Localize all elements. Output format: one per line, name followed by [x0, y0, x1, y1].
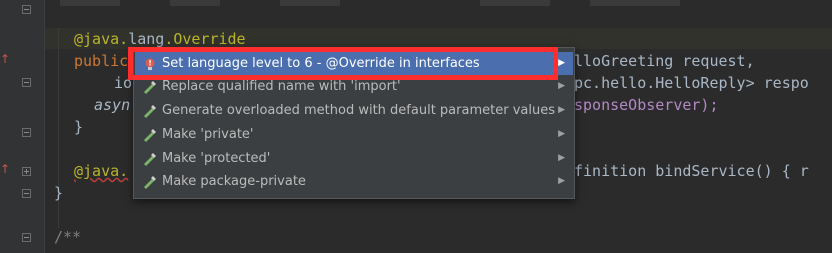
fold-icon[interactable] [22, 5, 31, 14]
code-token: asyn [94, 96, 131, 114]
fold-icon[interactable] [22, 128, 31, 137]
annotation-token: @java. [74, 30, 129, 48]
annotation-token: lang [128, 30, 165, 48]
fold-icon[interactable] [22, 233, 31, 242]
code-line-close-brace[interactable]: } [74, 116, 83, 138]
fold-icon[interactable] [22, 189, 31, 198]
code-token: } [74, 118, 84, 136]
scrolled-line-fragment [60, 0, 820, 6]
code-token: finition bindService() { r [574, 162, 809, 180]
submenu-arrow-icon: ▶ [558, 129, 565, 139]
submenu-arrow-icon: ▶ [558, 58, 565, 68]
code-fragment-bind-service[interactable]: finition bindService() { r [574, 160, 809, 182]
code-fragment-observer[interactable]: sponseObserver); [574, 94, 719, 116]
code-line-doc-comment[interactable]: /** [54, 226, 81, 248]
code-editor[interactable]: ↑ ↑ @java.lang.Override public io asyn }… [0, 0, 832, 253]
fold-icon[interactable] [22, 78, 31, 87]
intention-icon [144, 105, 156, 118]
submenu-arrow-icon: ▶ [558, 105, 565, 115]
code-line-class-close[interactable]: } [54, 182, 63, 204]
code-line-param[interactable]: io [114, 72, 132, 94]
menu-item-label: Generate overloaded method with default … [162, 103, 555, 118]
submenu-arrow-icon: ▶ [558, 81, 565, 91]
menu-item-make-package-private[interactable]: Make package-private ▶ [135, 170, 573, 193]
code-token: lloGreeting request, [574, 52, 755, 70]
expand-fold-icon[interactable] [22, 167, 31, 176]
intention-actions-popup[interactable]: Set language level to 6 - @Override in i… [133, 47, 575, 199]
submenu-arrow-icon: ▶ [558, 176, 565, 186]
intention-icon [144, 176, 156, 189]
menu-item-label: Make package-private [162, 174, 306, 189]
menu-item-label: Replace qualified name with 'import' [162, 79, 401, 94]
code-line-method-signature[interactable]: public [74, 50, 128, 72]
menu-item-label: Set language level to 6 - @Override in i… [162, 56, 480, 71]
menu-item-replace-qualified-name[interactable]: Replace qualified name with 'import' ▶ [135, 75, 573, 98]
menu-item-generate-overloaded-method[interactable]: Generate overloaded method with default … [135, 99, 573, 122]
menu-item-label: Make 'private' [162, 127, 254, 142]
menu-item-set-language-level[interactable]: Set language level to 6 - @Override in i… [135, 52, 573, 75]
code-line-override-2[interactable]: @java. [74, 160, 128, 182]
annotation-token: .Override [164, 30, 246, 48]
bulb-error-icon [145, 58, 155, 70]
menu-item-make-protected[interactable]: Make 'protected' ▶ [135, 147, 573, 170]
intention-icon [144, 81, 156, 94]
submenu-arrow-icon: ▶ [558, 153, 565, 163]
intention-icon [144, 153, 156, 166]
keyword-token: public [74, 52, 129, 70]
menu-item-make-private[interactable]: Make 'private' ▶ [135, 123, 573, 146]
code-fragment-reply-type[interactable]: pc.hello.HelloReply> respo [574, 72, 809, 94]
code-token: sponseObserver); [574, 96, 719, 114]
code-token: io [114, 74, 133, 92]
annotation-token: @java. [74, 162, 129, 180]
comment-token: /** [54, 228, 82, 246]
editor-gutter[interactable]: ↑ ↑ [0, 0, 45, 253]
code-line-call[interactable]: asyn [94, 94, 130, 116]
code-token: pc.hello.HelloReply> respo [574, 74, 809, 92]
menu-item-label: Make 'protected' [162, 151, 271, 166]
code-token: } [54, 184, 64, 202]
code-fragment-request[interactable]: lloGreeting request, [574, 50, 755, 72]
override-marker-icon[interactable]: ↑ [0, 52, 10, 66]
intention-icon [144, 129, 156, 142]
override-marker-icon[interactable]: ↑ [0, 162, 10, 176]
